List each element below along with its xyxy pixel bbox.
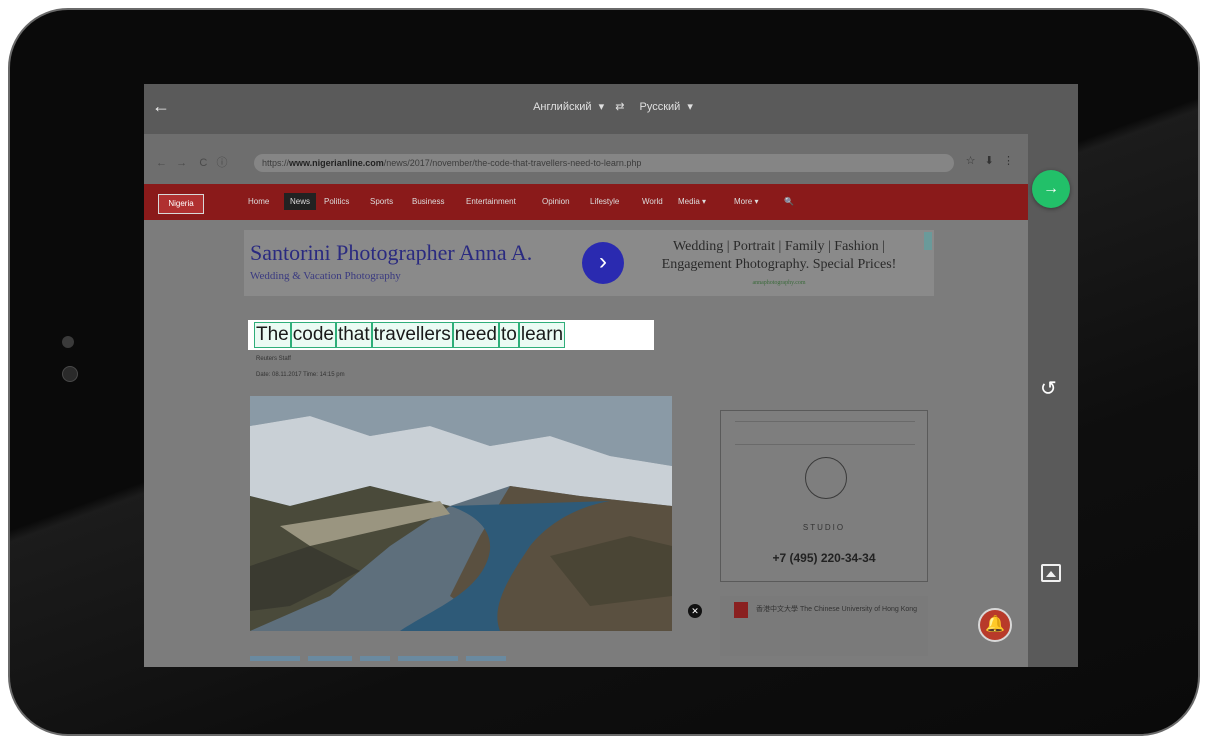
ad-right-text: Wedding | Portrait | Family | Fashion | … — [634, 238, 924, 292]
swap-languages-icon[interactable]: ⇄ — [615, 101, 624, 113]
reload-icon: C — [199, 157, 208, 169]
close-ad-icon: ✕ — [688, 604, 702, 618]
gallery-image-icon[interactable] — [1041, 564, 1061, 582]
ad-right-line1: Wedding | Portrait | Family | Fashion | — [673, 239, 885, 254]
article-photo — [250, 396, 672, 631]
camera-captured-webpage: ← → C ⓘ https://www.nigerianline.com/new… — [144, 134, 1028, 667]
side-ad: STUDIO +7 (495) 220-34-34 — [720, 410, 928, 582]
site-nav-item: More ▾ — [734, 197, 759, 206]
site-nav-item: News — [284, 193, 317, 210]
site-nav-item: Politics — [324, 197, 350, 206]
ad-choices-icon — [924, 232, 932, 250]
detected-word[interactable]: code — [290, 322, 336, 348]
site-nav-item: World — [642, 197, 663, 206]
site-nav-item: Opinion — [542, 197, 570, 206]
detected-word[interactable]: that — [335, 322, 372, 348]
related-links-strip — [250, 648, 590, 661]
detected-word[interactable]: to — [499, 322, 519, 348]
site-nav-item: Sports — [370, 197, 394, 206]
url-domain: www.nigerianline.com — [289, 158, 384, 168]
download-icon: ⬇ — [984, 155, 994, 167]
source-language-dropdown[interactable]: Английский ▾ — [529, 101, 604, 113]
translator-screen: ← Английский ▾ ⇄ Русский ▾ ← → C ⓘ https… — [144, 84, 1078, 667]
detected-word[interactable]: need — [452, 322, 500, 348]
site-nav-item: Media ▾ — [678, 197, 707, 206]
studio-logo-icon — [805, 457, 847, 499]
notification-bell-icon: 🔔 — [978, 608, 1012, 642]
translate-go-button[interactable]: → — [1032, 170, 1070, 208]
fjord-landscape-image — [250, 396, 672, 631]
site-nav-item: Entertainment — [466, 197, 516, 206]
site-nav-item: Lifestyle — [590, 197, 620, 206]
side-ad-2: 香港中文大學 The Chinese University of Hong Ko… — [720, 596, 928, 656]
menu-icon: ⋮ — [1003, 155, 1014, 167]
star-icon: ☆ — [965, 155, 976, 167]
side-ad-brand: STUDIO — [802, 523, 846, 532]
detected-word[interactable]: learn — [518, 322, 566, 348]
detected-word[interactable]: travellers — [371, 322, 453, 348]
browser-actions: ☆ ⬇ ⋮ — [966, 154, 1014, 167]
target-language-dropdown[interactable]: Русский ▾ — [636, 101, 693, 113]
ad-right-url: annaphotography.com — [752, 280, 806, 286]
url-bar: https://www.nigerianline.com/news/2017/n… — [254, 154, 954, 172]
ad-subtitle: Wedding & Vacation Photography — [250, 270, 401, 282]
ad-right-line2: Engagement Photography. Special Prices! — [661, 257, 897, 272]
university-crest-icon — [734, 602, 748, 618]
info-icon: ⓘ — [216, 157, 228, 169]
side-ad-fine-print — [735, 421, 915, 445]
rotate-icon[interactable]: ↺ — [1040, 376, 1057, 401]
article-byline: Reuters Staff — [256, 356, 291, 362]
browser-nav-icons: ← → C ⓘ — [156, 154, 228, 170]
ad-arrow-icon: › — [582, 242, 624, 284]
article-dateline: Date: 08.11.2017 Time: 14:15 pm — [256, 372, 345, 378]
language-selector: Английский ▾ ⇄ Русский ▾ — [144, 100, 1078, 113]
url-path: /news/2017/november/the-code-that-travel… — [383, 158, 642, 168]
browser-back-icon: ← — [156, 157, 167, 169]
site-nav-item: Home — [248, 197, 270, 206]
site-logo: Nigeria — [158, 194, 204, 214]
translator-top-bar: ← Английский ▾ ⇄ Русский ▾ — [144, 84, 1078, 134]
side-ad-2-text: 香港中文大學 The Chinese University of Hong Ko… — [756, 606, 918, 613]
camera-dot — [62, 336, 74, 348]
detected-headline: The code that travellers need to learn — [248, 320, 654, 350]
source-language-label: Английский — [533, 101, 592, 113]
sensor-dot — [62, 366, 78, 382]
site-nav-item: Business — [412, 197, 445, 206]
search-icon: 🔍 — [784, 197, 794, 206]
side-ad-phone: +7 (495) 220-34-34 — [772, 551, 876, 565]
detected-word[interactable]: The — [254, 322, 291, 348]
site-nav-bar: Nigeria Home News Politics Sports Busine… — [144, 184, 1028, 220]
url-prefix: https:// — [262, 158, 290, 168]
ad-title: Santorini Photographer Anna A. — [250, 240, 533, 265]
target-language-label: Русский — [639, 101, 681, 113]
ad-banner: Santorini Photographer Anna A. Wedding &… — [244, 230, 934, 296]
browser-forward-icon: → — [176, 157, 188, 169]
browser-chrome: ← → C ⓘ https://www.nigerianline.com/new… — [144, 134, 1028, 184]
